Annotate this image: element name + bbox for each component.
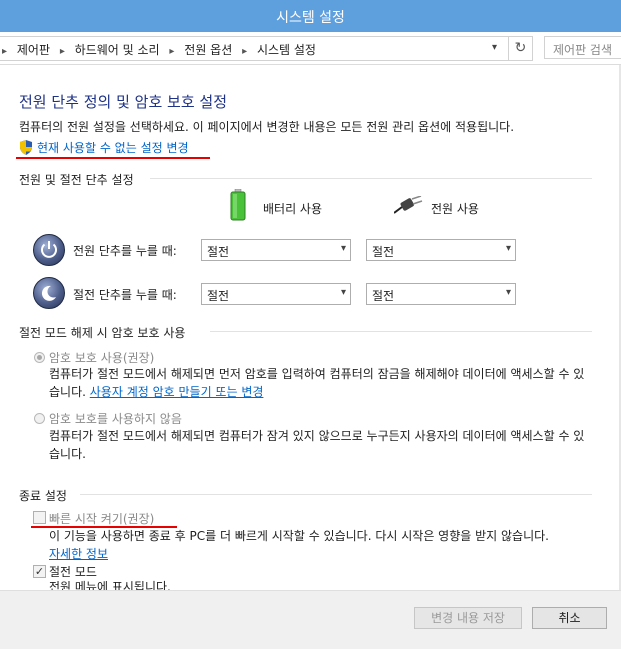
window-title: 시스템 설정 xyxy=(276,10,345,26)
search-input[interactable]: 제어판 검색 xyxy=(544,36,621,59)
cancel-button[interactable]: 취소 xyxy=(532,607,607,629)
change-unavailable-settings-link[interactable]: 현재 사용할 수 없는 설정 변경 xyxy=(19,139,189,158)
page-title: 전원 단추 정의 및 암호 보호 설정 xyxy=(19,93,228,111)
more-info-link[interactable]: 자세한 정보 xyxy=(49,547,108,561)
password-not-required-radio[interactable] xyxy=(34,413,45,424)
dialog-footer: 변경 내용 저장 취소 xyxy=(0,590,621,649)
save-changes-button[interactable]: 변경 내용 저장 xyxy=(414,607,522,629)
breadcrumb-control-panel[interactable]: 제어판 xyxy=(17,43,50,57)
breadcrumb-power-options[interactable]: 전원 옵션 xyxy=(184,43,232,57)
sleep-button-row-label: 절전 단추를 누를 때: xyxy=(73,288,177,302)
plugged-column-label: 전원 사용 xyxy=(431,202,479,216)
chevron-down-icon: ▾ xyxy=(340,287,346,298)
fast-startup-checkbox[interactable] xyxy=(33,511,46,524)
section-divider xyxy=(150,178,592,179)
power-buttons-section-title: 전원 및 절전 단추 설정 xyxy=(19,173,134,187)
select-value: 절전 xyxy=(372,245,395,259)
chevron-down-icon: ▾ xyxy=(340,243,346,254)
sleep-button-plugged-select[interactable]: 절전 ▾ xyxy=(366,283,516,305)
shutdown-section-title: 종료 설정 xyxy=(19,489,67,503)
title-bar: 시스템 설정 xyxy=(0,0,621,32)
select-value: 절전 xyxy=(207,245,230,259)
password-required-radio[interactable] xyxy=(34,352,45,363)
password-not-required-label: 암호 보호를 사용하지 않음 xyxy=(49,412,182,426)
sleep-mode-description: 전원 메뉴에 표시됩니다. xyxy=(49,580,171,590)
chevron-down-icon[interactable]: ▾ xyxy=(492,42,504,54)
uac-shield-icon xyxy=(19,140,33,158)
chevron-right-icon: ▸ xyxy=(2,46,8,57)
password-section-title: 절전 모드 해제 시 암호 보호 사용 xyxy=(19,326,186,340)
power-button-plugged-select[interactable]: 절전 ▾ xyxy=(366,239,516,261)
chevron-right-icon[interactable]: ▸ xyxy=(169,46,174,57)
power-button-battery-select[interactable]: 절전 ▾ xyxy=(201,239,351,261)
breadcrumb: ▸ 제어판 ▸ 하드웨어 및 소리 ▸ 전원 옵션 ▸ 시스템 설정 xyxy=(2,41,316,58)
refresh-icon[interactable]: ↻ xyxy=(508,37,532,60)
breadcrumb-system-settings[interactable]: 시스템 설정 xyxy=(257,43,316,57)
address-toolbar: ▸ 제어판 ▸ 하드웨어 및 소리 ▸ 전원 옵션 ▸ 시스템 설정 ▾ ↻ 제… xyxy=(0,32,621,65)
change-link-label[interactable]: 현재 사용할 수 없는 설정 변경 xyxy=(37,141,189,155)
plug-icon xyxy=(393,195,424,214)
sleep-button-icon xyxy=(33,277,65,309)
fast-startup-description: 이 기능을 사용하면 종료 후 PC를 더 빠르게 시작할 수 있습니다. 다시… xyxy=(49,527,589,563)
chevron-right-icon[interactable]: ▸ xyxy=(242,46,247,57)
select-value: 절전 xyxy=(207,289,230,303)
battery-icon xyxy=(230,188,246,221)
sleep-mode-checkbox[interactable]: ✓ xyxy=(33,565,46,578)
chevron-down-icon: ▾ xyxy=(505,287,511,298)
fast-startup-text: 이 기능을 사용하면 종료 후 PC를 더 빠르게 시작할 수 있습니다. 다시… xyxy=(49,529,549,543)
fast-startup-label: 빠른 시작 켜기(권장) xyxy=(49,512,155,526)
address-bar[interactable]: ▸ 제어판 ▸ 하드웨어 및 소리 ▸ 전원 옵션 ▸ 시스템 설정 ▾ ↻ xyxy=(0,36,533,61)
battery-column-label: 배터리 사용 xyxy=(263,202,323,216)
sleep-button-battery-select[interactable]: 절전 ▾ xyxy=(201,283,351,305)
chevron-right-icon[interactable]: ▸ xyxy=(60,46,65,57)
section-divider xyxy=(80,494,592,495)
power-button-icon xyxy=(33,234,65,266)
create-password-link[interactable]: 사용자 계정 암호 만들기 또는 변경 xyxy=(90,385,264,399)
page-description: 컴퓨터의 전원 설정을 선택하세요. 이 페이지에서 변경한 내용은 모든 전원… xyxy=(19,120,515,134)
password-not-required-description: 컴퓨터가 절전 모드에서 해제되면 컴퓨터가 잠겨 있지 않으므로 누구든지 사… xyxy=(49,429,585,461)
password-required-label: 암호 보호 사용(권장) xyxy=(49,351,155,365)
power-button-row-label: 전원 단추를 누를 때: xyxy=(73,244,177,258)
select-value: 절전 xyxy=(372,289,395,303)
password-required-description: 컴퓨터가 절전 모드에서 해제되면 먼저 암호를 입력하여 컴퓨터의 잠금을 해… xyxy=(49,365,589,401)
breadcrumb-hardware-sound[interactable]: 하드웨어 및 소리 xyxy=(75,43,160,57)
chevron-down-icon: ▾ xyxy=(505,243,511,254)
red-underline-annotation xyxy=(16,157,210,159)
section-divider xyxy=(210,331,592,332)
main-content: 전원 단추 정의 및 암호 보호 설정 컴퓨터의 전원 설정을 선택하세요. 이… xyxy=(0,65,621,590)
